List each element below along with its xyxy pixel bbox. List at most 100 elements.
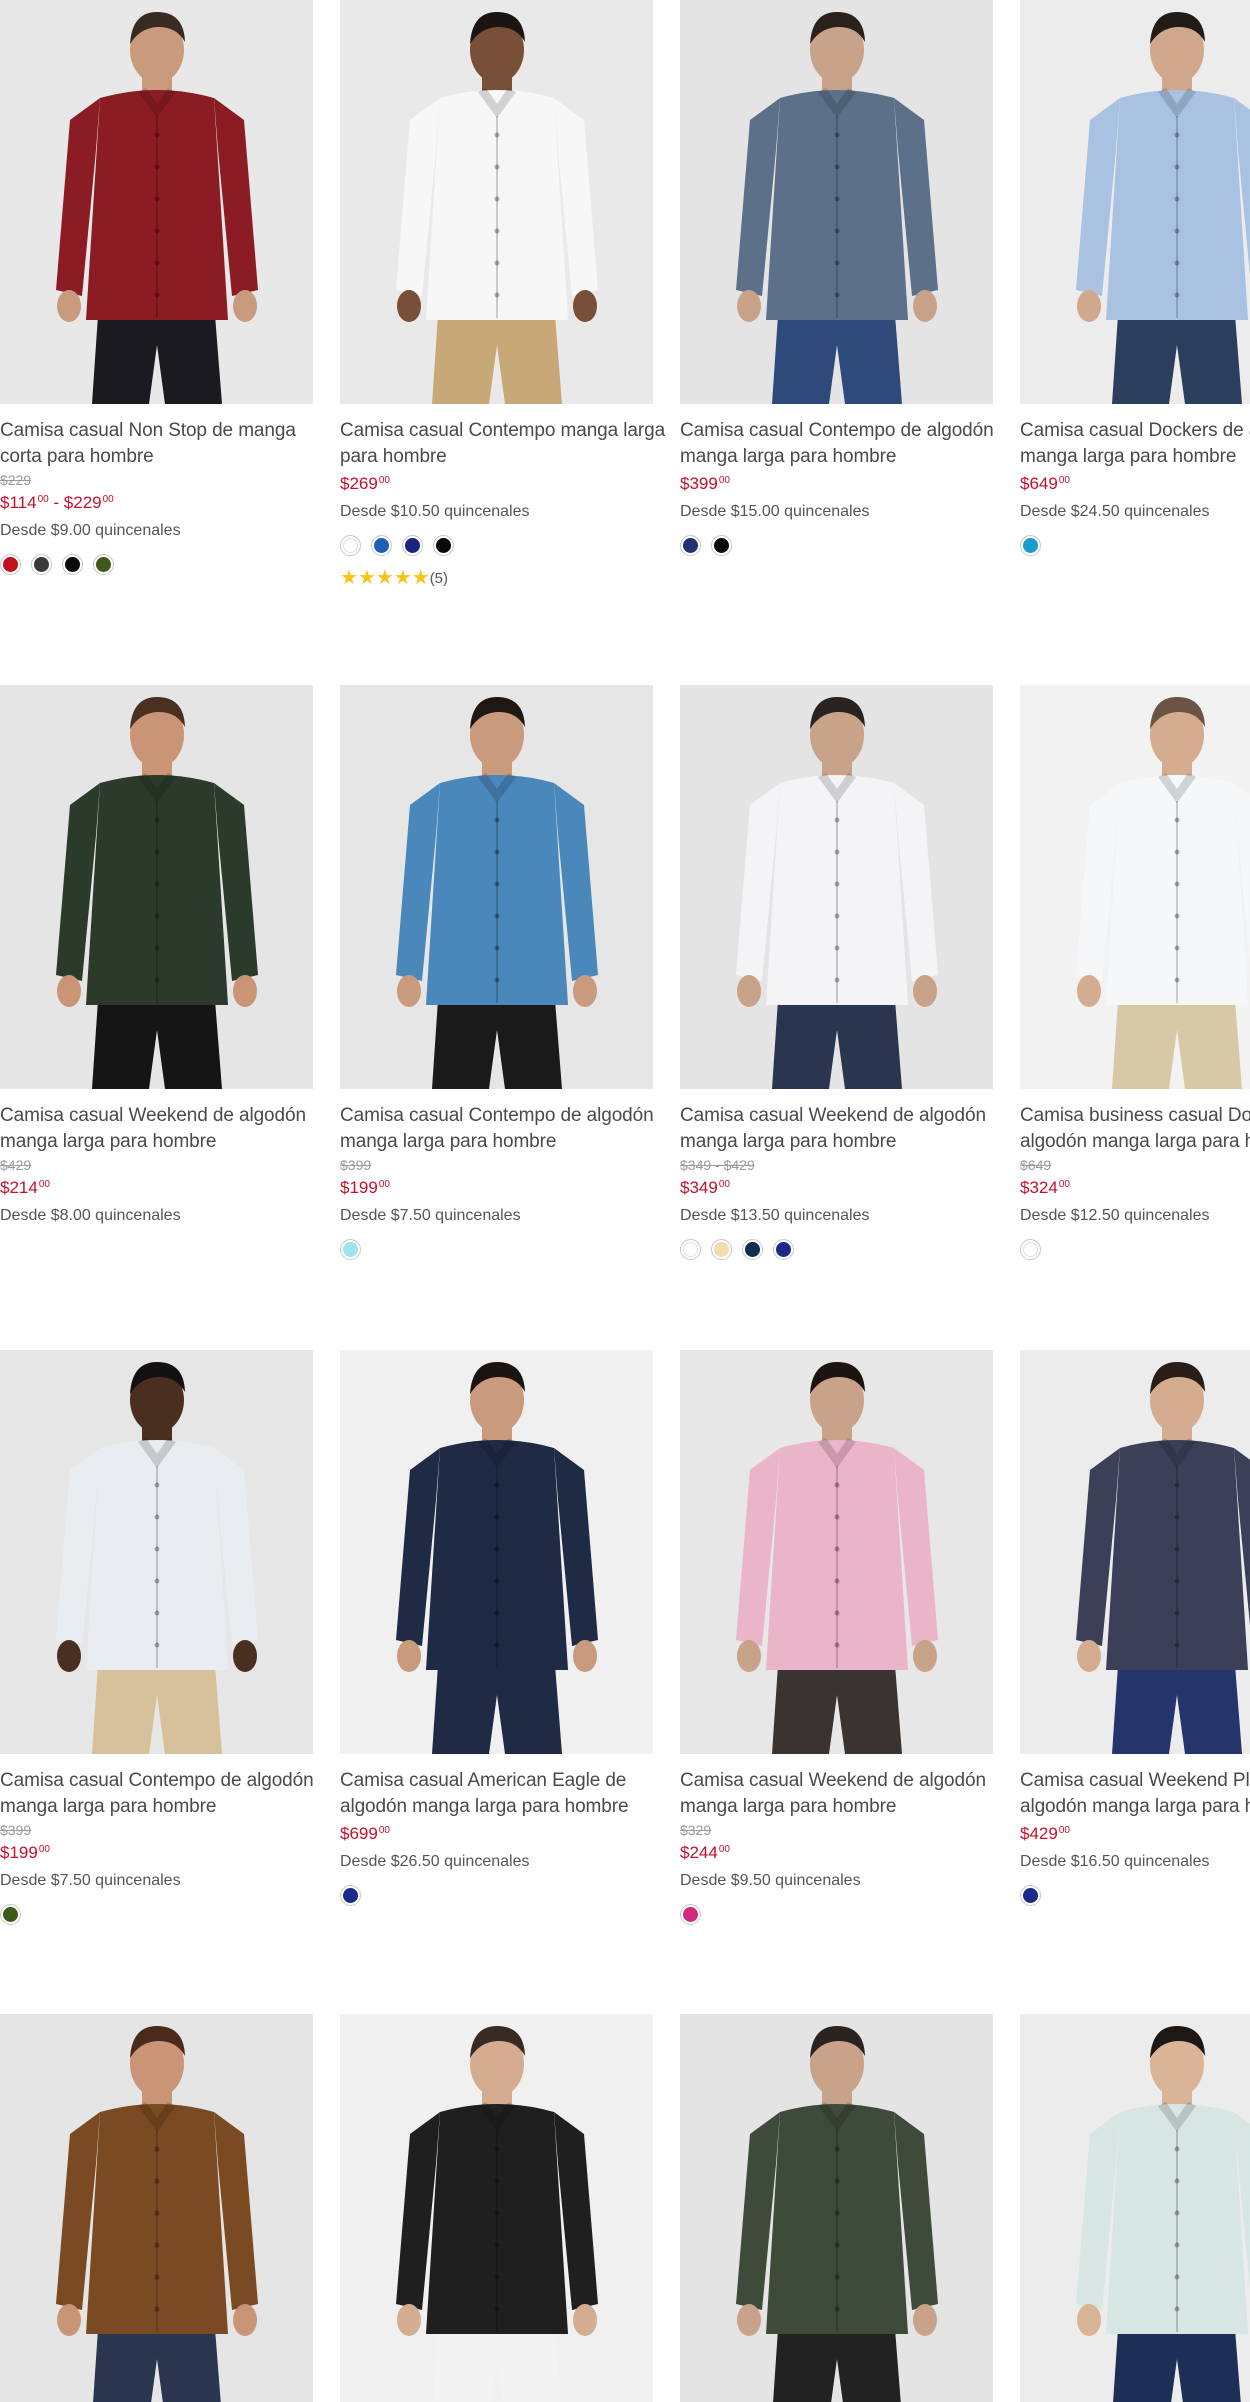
price-range-dash: - [48,493,64,512]
color-swatch[interactable] [773,1239,794,1260]
color-swatch[interactable] [1020,1239,1041,1260]
product-old-price: $229 [0,472,32,488]
product-photo [680,0,993,404]
product-title[interactable]: Camisa business casual Dockers de algodó… [1020,1103,1250,1155]
installment-text: Desde $15.00 quincenales [680,503,870,520]
color-swatch[interactable] [680,1904,701,1925]
price-cents: 00 [378,1179,390,1190]
price-cents: 00 [38,1179,50,1190]
color-swatch[interactable] [680,535,701,556]
product-image[interactable] [680,0,993,404]
product-title[interactable]: Camisa casual American Eagle de algodón … [340,1768,670,1820]
color-swatch[interactable] [0,1904,21,1925]
price-amount: $699 [340,1824,378,1843]
product-image[interactable] [340,1350,653,1754]
color-swatches [0,554,313,575]
color-swatch[interactable] [371,535,392,556]
color-swatch[interactable] [340,1239,361,1260]
product-title[interactable]: Camisa casual Contempo de algodón manga … [0,1768,330,1820]
product-image[interactable] [1020,0,1250,404]
color-swatch[interactable] [62,554,83,575]
product-card[interactable]: Camisa casual Non Stop de manga corta pa… [0,0,313,575]
color-swatch[interactable] [1020,535,1041,556]
swatch-fill [436,538,451,553]
color-swatch[interactable] [31,554,52,575]
product-price: $21400 [0,1174,313,1199]
product-title[interactable]: Camisa casual Weekend de algodón manga l… [680,1768,1010,1820]
installment-text: Desde $9.00 quincenales [0,522,181,539]
color-swatch[interactable] [711,535,732,556]
product-card[interactable]: Camisa business casual Dockers de algodó… [1020,685,1250,1260]
color-swatch[interactable] [0,554,21,575]
product-image[interactable] [1020,685,1250,1089]
product-image[interactable] [340,2014,653,2402]
color-swatch[interactable] [340,1885,361,1906]
product-photo [340,685,653,1089]
price-cents: 00 [37,494,49,505]
color-swatch[interactable] [742,1239,763,1260]
rating[interactable]: ★ ★ ★ ★ ★ (5) [340,568,653,588]
color-swatch[interactable] [340,535,361,556]
product-card[interactable] [0,2014,313,2402]
product-image[interactable] [680,685,993,1089]
product-title[interactable]: Camisa casual Contempo manga larga para … [340,418,670,470]
product-price: $19900 [340,1174,653,1199]
price-amount: $649 [1020,474,1058,493]
product-title[interactable]: Camisa casual Weekend Plus de algodón ma… [1020,1768,1250,1820]
price-cents: 00 [718,1844,730,1855]
product-image[interactable] [1020,1350,1250,1754]
product-title[interactable]: Camisa casual Non Stop de manga corta pa… [0,418,330,470]
product-image[interactable] [340,0,653,404]
installment-text: Desde $26.50 quincenales [340,1853,530,1870]
product-photo [0,0,313,404]
product-image[interactable] [0,0,313,404]
product-title[interactable]: Camisa casual Weekend de algodón manga l… [680,1103,1010,1155]
price-amount: $269 [340,474,378,493]
product-price: $19900 [0,1839,313,1864]
product-title[interactable]: Camisa casual Contempo de algodón manga … [340,1103,670,1155]
price-amount: $324 [1020,1178,1058,1197]
product-image[interactable] [1020,2014,1250,2402]
color-swatches [1020,1885,1250,1906]
color-swatches [0,1904,313,1925]
product-image[interactable] [0,685,313,1089]
product-image[interactable] [680,1350,993,1754]
product-card[interactable]: Camisa casual Weekend de algodón manga l… [680,1350,993,1925]
color-swatches [680,1904,993,1925]
price-to-cents: 00 [102,494,114,505]
product-title[interactable]: Camisa casual Weekend de algodón manga l… [0,1103,330,1155]
color-swatch[interactable] [93,554,114,575]
product-image[interactable] [0,2014,313,2402]
color-swatch[interactable] [711,1239,732,1260]
swatch-fill [776,1242,791,1257]
product-title[interactable]: Camisa casual Contempo de algodón manga … [680,418,1010,470]
product-image[interactable] [680,2014,993,2402]
installment-text: Desde $24.50 quincenales [1020,503,1210,520]
product-photo [340,1350,653,1754]
product-card[interactable]: Camisa casual Contempo de algodón manga … [0,1350,314,1925]
product-card[interactable]: Camisa casual American Eagle de algodón … [340,1350,653,1906]
product-card[interactable]: Camisa casual Weekend de algodón manga l… [0,685,313,1227]
product-card[interactable]: Camisa casual Weekend de algodón manga l… [680,685,993,1260]
product-card[interactable] [1020,2014,1250,2402]
product-price: $69900 [340,1820,653,1845]
color-swatch[interactable] [433,535,454,556]
product-card[interactable] [680,2014,993,2402]
color-swatch[interactable] [402,535,423,556]
product-card[interactable]: Camisa casual Weekend Plus de algodón ma… [1020,1350,1250,1906]
color-swatch[interactable] [1020,1885,1041,1906]
product-photo [680,685,993,1089]
color-swatch[interactable] [680,1239,701,1260]
product-title[interactable]: Camisa casual Dockers de algodón manga l… [1020,418,1250,470]
product-photo [1020,2014,1250,2402]
installment-text: Desde $7.50 quincenales [340,1207,521,1224]
product-card[interactable]: Camisa casual Contempo de algodón manga … [680,0,994,556]
product-card[interactable]: Camisa casual Contempo de algodón manga … [340,685,654,1260]
product-image[interactable] [0,1350,313,1754]
swatch-fill [405,538,420,553]
product-card[interactable] [340,2014,653,2402]
swatch-fill [65,557,80,572]
product-card[interactable]: Camisa casual Dockers de algodón manga l… [1020,0,1250,556]
product-card[interactable]: Camisa casual Contempo manga larga para … [340,0,665,588]
product-image[interactable] [340,685,653,1089]
